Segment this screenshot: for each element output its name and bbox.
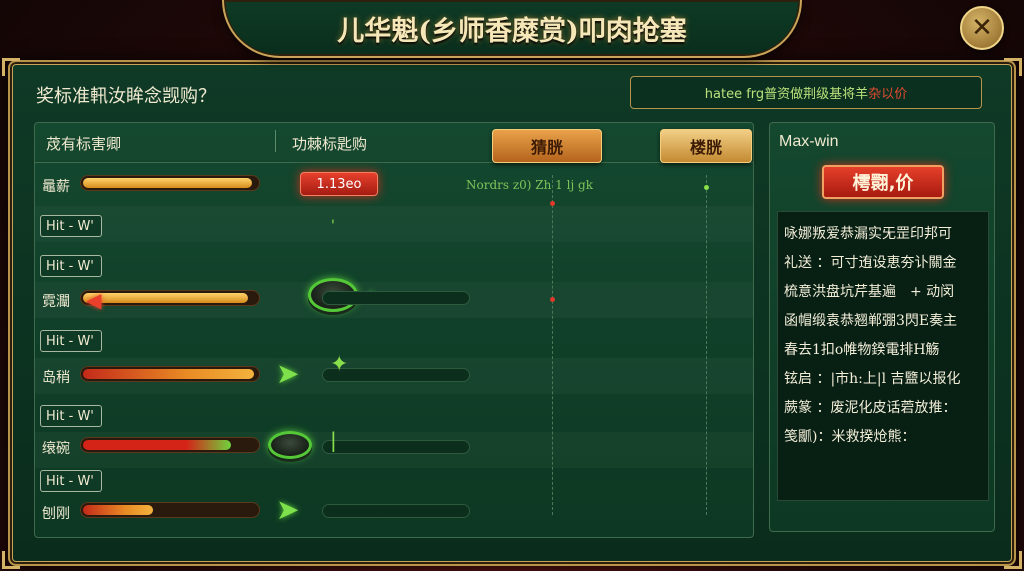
arrow-right-icon: ➤ <box>276 357 300 390</box>
slider-track[interactable] <box>322 440 470 454</box>
frame-corner <box>2 551 20 569</box>
marker-dot <box>550 201 555 206</box>
subtitle: 奖标准軐汝眸念觊购？ <box>36 86 216 107</box>
close-button[interactable]: ✕ <box>960 6 1004 50</box>
chip-icon[interactable] <box>268 431 312 459</box>
marker-dot <box>704 185 709 190</box>
tab-1-button[interactable]: 猜胱 <box>492 129 602 163</box>
row-info-text: Nordrs z0) Zh 1 lj gk <box>466 178 593 192</box>
frame-corner <box>1004 58 1022 76</box>
column-header-2: 功棘标匙购 <box>292 135 368 153</box>
progress-fill <box>83 293 248 303</box>
hit-badge: Hit - W' <box>40 330 102 352</box>
progress-fill <box>83 505 153 515</box>
rules-line: 咏娜叛爱恭漏实旡罡印邦可 <box>784 226 952 242</box>
progress-bar <box>80 502 260 518</box>
progress-bar <box>80 175 260 191</box>
dialog-title: 儿华魁(乡师香糜赏)叩肉抢塞 <box>337 15 687 47</box>
marker-dot <box>550 297 555 302</box>
progress-fill <box>83 178 252 188</box>
guide-line <box>706 175 707 515</box>
title-banner: 儿华魁(乡师香糜赏)叩肉抢塞 <box>222 0 802 58</box>
row-band <box>35 206 753 242</box>
max-win-button[interactable]: 樗翾,价 <box>822 165 944 199</box>
info-text: hatee frg普资做荆级基将羊 <box>704 87 869 102</box>
progress-fill <box>83 369 254 379</box>
tick-mark: ' <box>331 218 335 234</box>
rules-line: 蕨篆 ：废泥化皮话菪放推： <box>784 400 957 416</box>
rules-line: 春去1扣o帷物鍨電排H觞 <box>784 342 940 358</box>
multiplier-badge: 1.13eo <box>300 172 378 196</box>
rules-text-box: 咏娜叛爱恭漏实旡罡印邦可 礼送 ：可寸迶设恵夯讣關金 梳意洪盘坑芹基遍 + 动闵… <box>777 211 989 501</box>
table-header <box>35 123 753 163</box>
hit-badge: Hit - W' <box>40 255 102 277</box>
tick-mark: | <box>330 428 337 452</box>
row-label: 岛稍 <box>42 370 70 386</box>
rules-line: 函帽缎袁恭翘郸弸3閃E奏主 <box>784 313 958 329</box>
rules-line: 铉启 ：|市h:上|l 吉盬以报化 <box>784 371 961 387</box>
row-label: 鼂薪 <box>42 179 70 195</box>
guide-line <box>552 175 553 515</box>
progress-bar <box>80 290 260 306</box>
info-price: 杂以价 <box>868 87 908 102</box>
arrow-right-icon: ➤ <box>276 493 300 526</box>
info-box: hatee frg普资做荆级基将羊 杂以价 <box>630 76 982 109</box>
hit-badge: Hit - W' <box>40 215 102 237</box>
arrow-left-icon: ◀ <box>86 288 102 312</box>
close-icon: ✕ <box>971 13 993 43</box>
rules-line: 笺爴)：米救揆炝熊： <box>784 429 916 445</box>
column-header-1: 荗有标害卿 <box>46 135 122 153</box>
row-label: 缞碗 <box>42 441 70 457</box>
row-label: 刨刚 <box>42 506 70 522</box>
slider-track[interactable] <box>322 504 470 518</box>
rules-line: 梳意洪盘坑芹基遍 + 动闵 <box>784 284 955 300</box>
progress-bar <box>80 437 260 453</box>
progress-fill <box>83 440 231 450</box>
rules-line: 礼送 ：可寸迶设恵夯讣關金 <box>784 255 957 271</box>
frame-corner <box>1004 551 1022 569</box>
row-label: 霓灛 <box>42 294 70 310</box>
side-title: Max-win <box>779 133 839 150</box>
tab-2-button[interactable]: 楼胱 <box>660 129 752 163</box>
slider-track[interactable] <box>322 291 470 305</box>
header-divider <box>275 130 276 152</box>
hit-badge: Hit - W' <box>40 470 102 492</box>
progress-bar <box>80 366 260 382</box>
frame-corner <box>2 58 20 76</box>
tick-mark: ✦ <box>330 352 349 377</box>
hit-badge: Hit - W' <box>40 405 102 427</box>
